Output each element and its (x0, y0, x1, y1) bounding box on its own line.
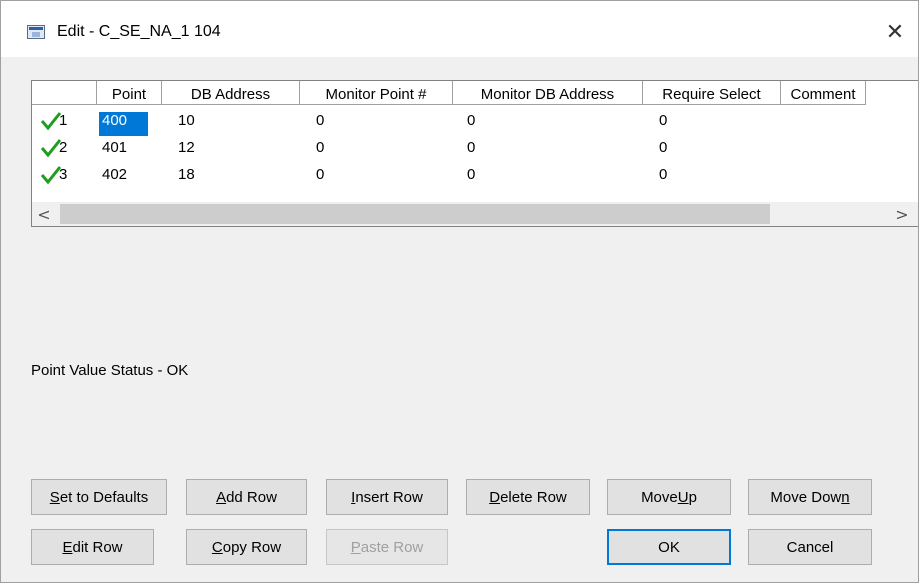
add-row-button[interactable]: Add Row (186, 479, 307, 515)
cancel-button[interactable]: Cancel (748, 529, 872, 565)
btn-label-accel: S (49, 488, 60, 506)
cell-comment[interactable] (781, 109, 866, 136)
cell-point[interactable]: 402 (97, 163, 162, 190)
btn-label-accel: E (62, 538, 73, 556)
app-window-icon (27, 25, 45, 39)
btn-label-pre: Move (641, 488, 678, 506)
cell-monitor-db-address[interactable]: 0 (453, 109, 643, 136)
btn-label-accel: P (350, 538, 361, 556)
header-point[interactable]: Point (97, 81, 162, 105)
btn-label-post: dit Row (72, 538, 123, 556)
btn-label-post: dd Row (226, 488, 277, 506)
cell-require-select[interactable]: 0 (643, 136, 781, 163)
cell-db-address[interactable]: 18 (162, 163, 300, 190)
btn-label-accel: U (677, 488, 689, 506)
cell-monitor-db-address[interactable]: 0 (453, 136, 643, 163)
edit-dialog: Edit - C_SE_NA_1 104 ✕ Point DB Address … (0, 0, 919, 583)
btn-label-post: nsert Row (355, 488, 423, 506)
btn-label-accel: C (211, 538, 223, 556)
btn-label: OK (658, 538, 680, 556)
header-require-select[interactable]: Require Select (643, 81, 781, 105)
header-db-address[interactable]: DB Address (162, 81, 300, 105)
btn-label-accel: A (216, 488, 227, 506)
scroll-left-icon[interactable]: < (32, 202, 56, 226)
delete-row-button[interactable]: Delete Row (466, 479, 590, 515)
close-button[interactable]: ✕ (872, 13, 918, 51)
row-number: 1 (59, 112, 68, 129)
btn-label-post: p (688, 488, 697, 506)
cell-comment[interactable] (781, 136, 866, 163)
paste-row-button[interactable]: Paste Row (326, 529, 448, 565)
cell-monitor-db-address[interactable]: 0 (453, 163, 643, 190)
ok-button[interactable]: OK (607, 529, 731, 565)
btn-label-post: opy Row (222, 538, 282, 556)
set-to-defaults-button[interactable]: Set to Defaults (31, 479, 167, 515)
btn-label-post: elete Row (500, 488, 567, 506)
grid-header: Point DB Address Monitor Point # Monitor… (32, 81, 866, 106)
move-up-button[interactable]: Move Up (607, 479, 731, 515)
btn-label-accel: D (489, 488, 501, 506)
scrollbar-thumb[interactable] (60, 204, 770, 224)
cell-comment[interactable] (781, 163, 866, 190)
cell-monitor-point[interactable]: 0 (300, 136, 453, 163)
btn-label-post: et to Defaults (59, 488, 149, 506)
header-comment[interactable]: Comment (781, 81, 866, 105)
table-row[interactable]: 2 401 12 0 0 0 (32, 136, 866, 163)
title-bar: Edit - C_SE_NA_1 104 ✕ (1, 1, 918, 57)
btn-label: Cancel (786, 538, 834, 556)
selected-cell-value[interactable]: 400 (99, 112, 148, 136)
point-value-status: Point Value Status - OK (31, 362, 189, 379)
cell-require-select[interactable]: 0 (643, 163, 781, 190)
row-number: 3 (59, 166, 68, 183)
cell-monitor-point[interactable]: 0 (300, 109, 453, 136)
scroll-right-icon[interactable]: > (890, 202, 914, 226)
move-down-button[interactable]: Move Dow n (748, 479, 872, 515)
header-monitor-point[interactable]: Monitor Point # (300, 81, 453, 105)
btn-label-post: aste Row (360, 538, 424, 556)
header-monitor-db-address[interactable]: Monitor DB Address (453, 81, 643, 105)
edit-row-button[interactable]: Edit Row (31, 529, 154, 565)
cell-db-address[interactable]: 10 (162, 109, 300, 136)
row-number: 2 (59, 139, 68, 156)
header-rowhead (32, 81, 97, 105)
copy-row-button[interactable]: Copy Row (186, 529, 307, 565)
table-row[interactable]: 3 402 18 0 0 0 (32, 163, 866, 190)
window-title: Edit - C_SE_NA_1 104 (57, 23, 221, 40)
points-grid[interactable]: Point DB Address Monitor Point # Monitor… (31, 80, 918, 227)
cell-monitor-point[interactable]: 0 (300, 163, 453, 190)
row-header[interactable]: 1 (32, 109, 97, 136)
row-header[interactable]: 3 (32, 163, 97, 190)
btn-label-accel: n (841, 488, 850, 506)
table-row[interactable]: 1 400 10 0 0 0 (32, 109, 866, 136)
row-header[interactable]: 2 (32, 136, 97, 163)
btn-label-pre: Move Dow (770, 488, 842, 506)
cell-point[interactable]: 400 (97, 109, 162, 136)
cell-require-select[interactable]: 0 (643, 109, 781, 136)
insert-row-button[interactable]: Insert Row (326, 479, 448, 515)
horizontal-scrollbar[interactable]: < > (32, 202, 918, 226)
cell-db-address[interactable]: 12 (162, 136, 300, 163)
cell-point[interactable]: 401 (97, 136, 162, 163)
